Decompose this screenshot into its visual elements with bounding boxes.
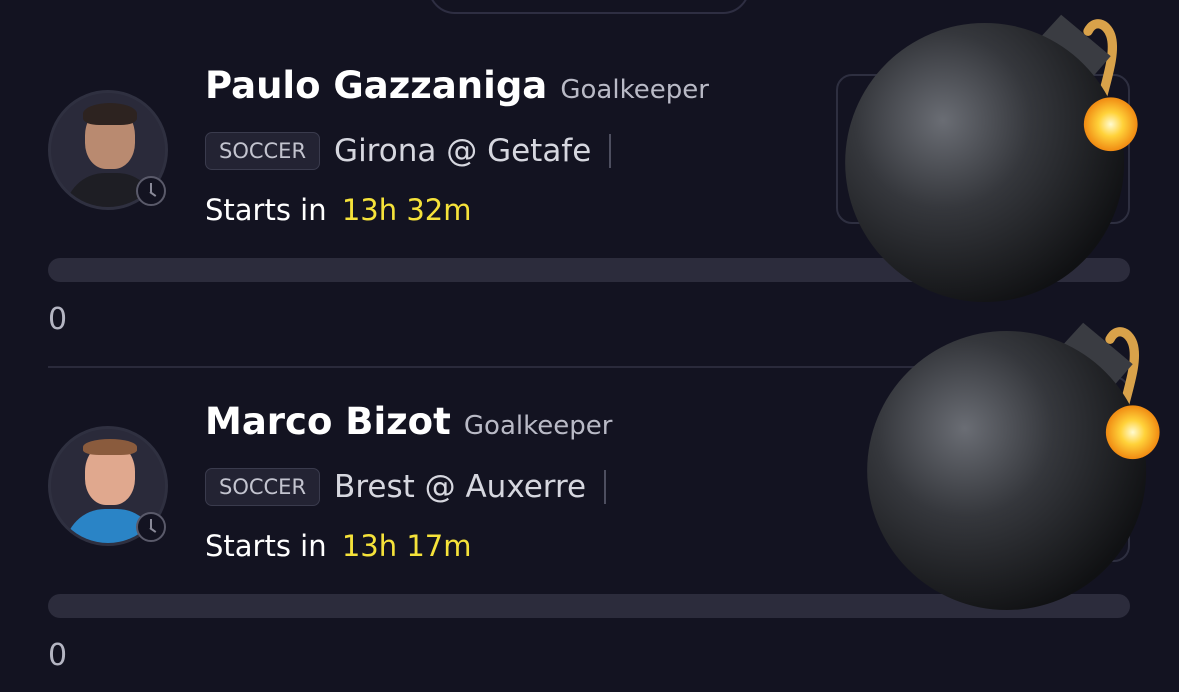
sport-tag: SOCCER (205, 468, 321, 506)
divider-bar (604, 470, 607, 504)
player-position: Goalkeeper (560, 75, 709, 105)
progress-value: 0 (48, 302, 68, 337)
countdown: 13h 17m (341, 529, 472, 563)
starts-label: Starts in (205, 193, 327, 227)
countdown: 13h 32m (341, 193, 472, 227)
starts-label: Starts in (205, 529, 327, 563)
player-card-2[interactable]: Marco Bizot Goalkeeper SOCCER Brest @ Au… (0, 322, 1179, 673)
match-name: Girona @ Getafe (334, 133, 592, 169)
match-name: Brest @ Auxerre (334, 469, 587, 505)
clock-icon (136, 512, 166, 542)
player-position: Goalkeeper (463, 411, 613, 441)
progress-value: 0 (48, 638, 68, 673)
bomb-emoji-icon (845, 14, 1138, 302)
player-card-1[interactable]: Paulo Gazzaniga Goalkeeper SOCCER Girona… (0, 0, 1179, 337)
divider-bar (609, 134, 612, 168)
clock-icon (136, 176, 166, 206)
sport-tag: SOCCER (205, 132, 321, 170)
bomb-emoji-icon (867, 322, 1160, 610)
player-name: Paulo Gazzaniga (205, 64, 548, 107)
player-name: Marco Bizot (205, 400, 451, 443)
